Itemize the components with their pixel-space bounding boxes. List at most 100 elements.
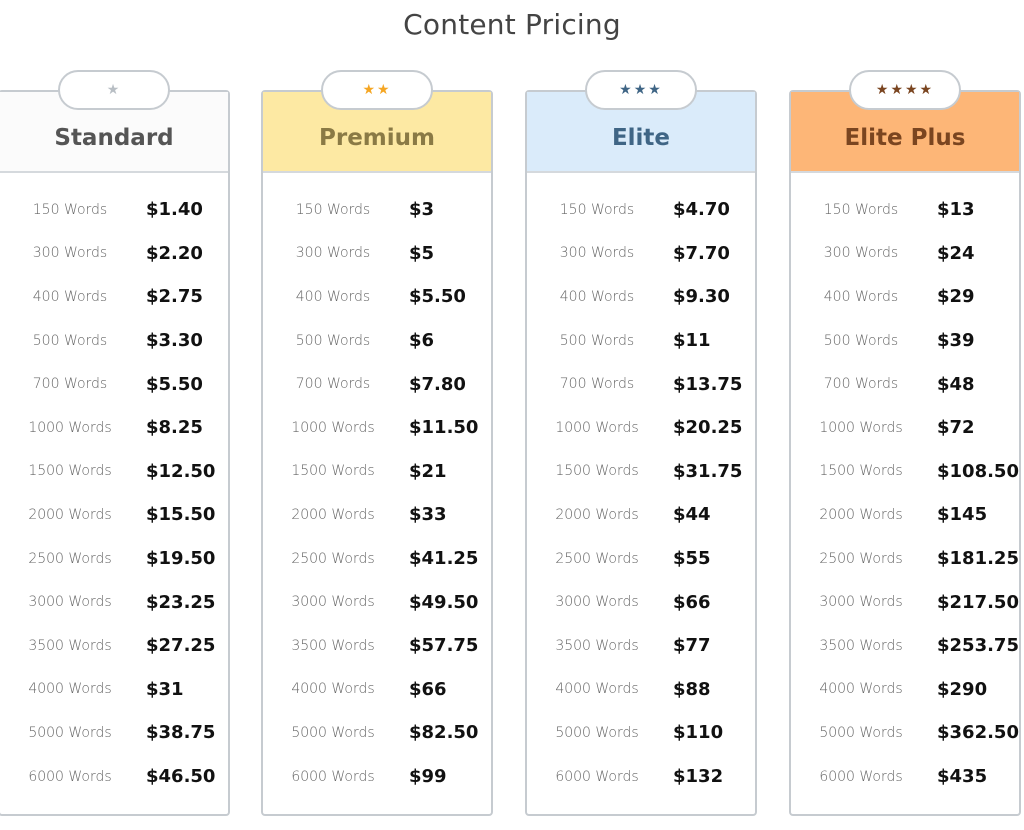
price-value: $290 [937,678,988,700]
word-count: 3000 Words [819,594,903,611]
price-row: 2000 Words $33 [263,493,491,537]
word-count: 300 Words [295,245,371,262]
word-count: 4000 Words [555,681,639,698]
word-count: 6000 Words [819,768,903,785]
price-row: 2500 Words $19.50 [0,537,228,581]
price-value: $41.25 [409,548,479,570]
word-count: 400 Words [823,288,899,305]
word-count: 4000 Words [28,681,112,698]
price-value: $21 [409,460,447,482]
word-count: 3500 Words [28,637,112,654]
price-row: 300 Words $2.20 [0,232,228,276]
price-value: $15.50 [146,504,216,526]
price-value: $66 [409,678,447,700]
price-value: $31.75 [673,460,743,482]
star-rating-badge: ★ [58,70,170,110]
star-rating-badge: ★★ [321,70,433,110]
price-value: $1.40 [146,199,203,221]
price-list: 150 Words $4.70 300 Words $7.70 400 Words $9.… [527,188,755,798]
price-value: $44 [673,504,711,526]
price-row: 3000 Words $217.50 [791,580,1019,624]
price-value: $82.50 [409,722,479,744]
word-count: 500 Words [295,332,371,349]
price-row: 700 Words $48 [791,362,1019,406]
word-count: 5000 Words [555,724,639,741]
price-value: $12.50 [146,460,216,482]
price-value: $132 [673,766,724,788]
price-value: $31 [146,678,184,700]
price-value: $57.75 [409,635,479,657]
price-value: $217.50 [937,591,1019,613]
word-count: 4000 Words [291,681,375,698]
price-value: $435 [937,766,988,788]
price-value: $5 [409,242,435,264]
price-row: 1500 Words $31.75 [527,450,755,494]
price-row: 150 Words $13 [791,188,1019,232]
word-count: 3500 Words [819,637,903,654]
price-row: 5000 Words $362.50 [791,711,1019,755]
star-icon: ★★★★ [875,82,935,98]
price-row: 2000 Words $145 [791,493,1019,537]
word-count: 2500 Words [28,550,112,567]
word-count: 3500 Words [291,637,375,654]
price-row: 6000 Words $99 [263,755,491,799]
price-row: 700 Words $7.80 [263,362,491,406]
star-icon: ★★ [362,82,392,98]
price-row: 400 Words $5.50 [263,275,491,319]
word-count: 5000 Words [28,724,112,741]
word-count: 6000 Words [28,768,112,785]
price-row: 500 Words $11 [527,319,755,363]
word-count: 2000 Words [28,506,112,523]
price-row: 2500 Words $55 [527,537,755,581]
price-list: 150 Words $1.40 300 Words $2.20 400 Words $2.… [0,188,228,798]
word-count: 400 Words [32,288,108,305]
price-value: $362.50 [937,722,1019,744]
word-count: 1000 Words [291,419,375,436]
price-value: $77 [673,635,711,657]
word-count: 500 Words [32,332,108,349]
price-row: 1500 Words $21 [263,450,491,494]
price-value: $19.50 [146,548,216,570]
price-value: $27.25 [146,635,216,657]
word-count: 1500 Words [555,463,639,480]
price-row: 2000 Words $44 [527,493,755,537]
word-count: 700 Words [559,376,635,393]
price-row: 150 Words $1.40 [0,188,228,232]
word-count: 150 Words [559,201,635,218]
price-value: $108.50 [937,460,1019,482]
price-value: $3.30 [146,330,203,352]
word-count: 2500 Words [291,550,375,567]
plan-name: Elite Plus [844,124,966,151]
word-count: 1000 Words [819,419,903,436]
price-value: $49.50 [409,591,479,613]
price-value: $253.75 [937,635,1019,657]
price-row: 400 Words $9.30 [527,275,755,319]
price-row: 3500 Words $57.75 [263,624,491,668]
price-row: 5000 Words $110 [527,711,755,755]
word-count: 2000 Words [555,506,639,523]
price-row: 5000 Words $82.50 [263,711,491,755]
price-value: $9.30 [673,286,730,308]
price-value: $5.50 [146,373,203,395]
price-row: 4000 Words $31 [0,668,228,712]
price-value: $88 [673,678,711,700]
word-count: 300 Words [559,245,635,262]
word-count: 2500 Words [819,550,903,567]
price-row: 500 Words $3.30 [0,319,228,363]
price-value: $29 [937,286,975,308]
word-count: 5000 Words [291,724,375,741]
word-count: 4000 Words [819,681,903,698]
price-value: $181.25 [937,548,1019,570]
price-value: $110 [673,722,724,744]
price-row: 3500 Words $253.75 [791,624,1019,668]
word-count: 700 Words [823,376,899,393]
price-value: $33 [409,504,447,526]
price-value: $7.80 [409,373,466,395]
price-value: $8.25 [146,417,203,439]
price-row: 2500 Words $41.25 [263,537,491,581]
price-value: $20.25 [673,417,743,439]
word-count: 700 Words [32,376,108,393]
word-count: 400 Words [295,288,371,305]
price-value: $2.20 [146,242,203,264]
word-count: 1000 Words [555,419,639,436]
